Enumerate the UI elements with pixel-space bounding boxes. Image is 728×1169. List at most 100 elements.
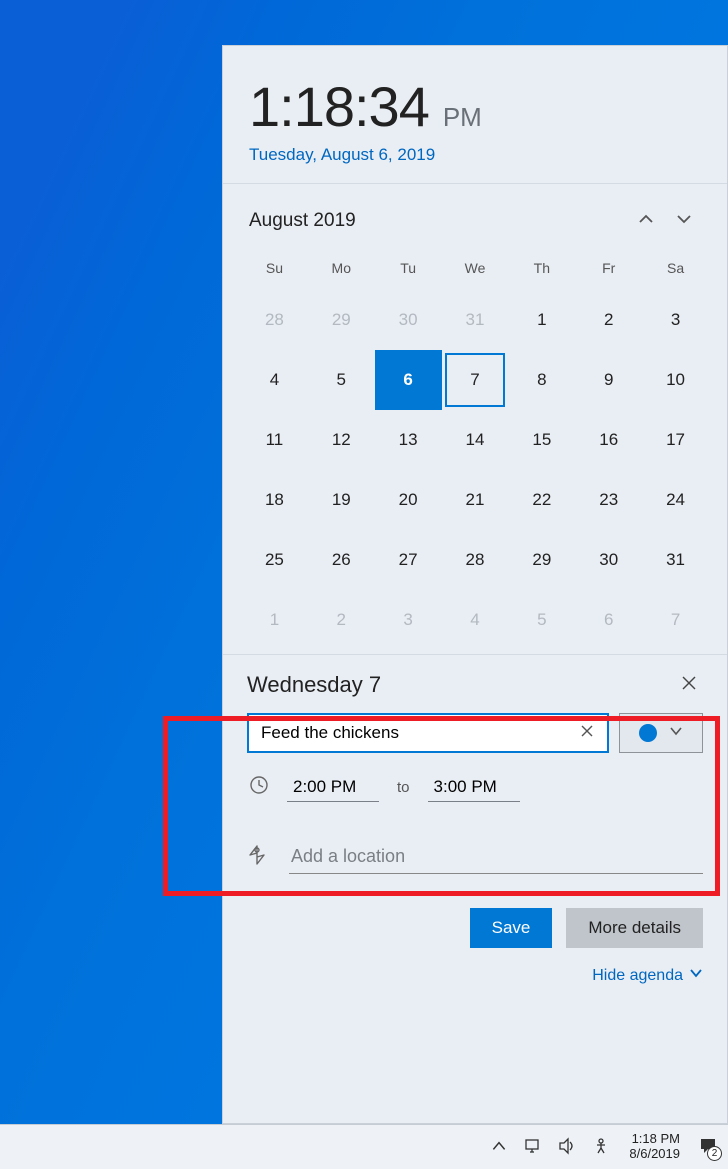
tray-clock[interactable]: 1:18 PM 8/6/2019 (625, 1132, 684, 1162)
calendar-flyout: 1:18:34 PM Tuesday, August 6, 2019 Augus… (222, 45, 728, 1124)
chevron-up-icon (638, 211, 654, 232)
calendar-day[interactable]: 29 (308, 290, 375, 350)
location-icon (247, 844, 267, 871)
next-month-button[interactable] (665, 202, 703, 240)
calendar-day[interactable]: 4 (442, 590, 509, 650)
calendar-day[interactable]: 3 (642, 290, 709, 350)
calendar-grid: SuMoTuWeThFrSa 2829303112345678910111213… (223, 246, 727, 654)
calendar-day[interactable]: 26 (308, 530, 375, 590)
calendar-day[interactable]: 22 (508, 470, 575, 530)
tray-time: 1:18 PM (629, 1132, 680, 1147)
calendar-day[interactable]: 4 (241, 350, 308, 410)
hide-agenda-row[interactable]: Hide agenda (223, 948, 727, 985)
event-editor: Wednesday 7 to (223, 654, 727, 802)
calendar-day[interactable]: 8 (508, 350, 575, 410)
chevron-down-icon (689, 966, 703, 985)
hide-agenda-link[interactable]: Hide agenda (592, 967, 683, 985)
weekday-label: Fr (575, 250, 642, 290)
calendar-day[interactable]: 31 (642, 530, 709, 590)
clock-date[interactable]: Tuesday, August 6, 2019 (249, 145, 701, 165)
weekday-label: Su (241, 250, 308, 290)
calendar-day[interactable]: 30 (575, 530, 642, 590)
calendar-day[interactable]: 19 (308, 470, 375, 530)
weekday-label: We (442, 250, 509, 290)
calendar-day[interactable]: 3 (375, 590, 442, 650)
tray-ease-of-access-button[interactable] (591, 1137, 611, 1157)
calendar-day[interactable]: 17 (642, 410, 709, 470)
chevron-down-icon (676, 211, 692, 232)
close-icon (682, 676, 696, 695)
tray-network-button[interactable] (523, 1137, 543, 1157)
event-day-label: Wednesday 7 (247, 672, 675, 698)
calendar-day[interactable]: 2 (575, 290, 642, 350)
calendar-day[interactable]: 10 (642, 350, 709, 410)
notification-badge: 2 (707, 1146, 722, 1161)
calendar-day[interactable]: 28 (442, 530, 509, 590)
prev-month-button[interactable] (627, 202, 665, 240)
action-center-button[interactable]: 2 (698, 1137, 718, 1157)
weekday-label: Th (508, 250, 575, 290)
calendar-day[interactable]: 15 (508, 410, 575, 470)
calendar-day[interactable]: 1 (241, 590, 308, 650)
clock-ampm: PM (443, 102, 482, 133)
event-time-row: to (247, 773, 703, 802)
calendar-day[interactable]: 25 (241, 530, 308, 590)
calendar-day[interactable]: 7 (642, 590, 709, 650)
calendar-day[interactable]: 5 (508, 590, 575, 650)
clock-time: 1:18:34 (249, 74, 429, 139)
calendar-day[interactable]: 16 (575, 410, 642, 470)
month-label[interactable]: August 2019 (249, 210, 627, 232)
tray-date: 8/6/2019 (629, 1147, 680, 1162)
event-start-time-input[interactable] (287, 773, 379, 802)
calendar-day[interactable]: 28 (241, 290, 308, 350)
calendar-day[interactable]: 23 (575, 470, 642, 530)
calendar-color-picker[interactable] (619, 713, 703, 753)
calendar-day[interactable]: 27 (375, 530, 442, 590)
tray-volume-button[interactable] (557, 1137, 577, 1157)
volume-icon (558, 1137, 576, 1158)
chevron-up-icon (490, 1137, 508, 1158)
ease-of-access-icon (592, 1137, 610, 1158)
weekday-label: Tu (375, 250, 442, 290)
clear-title-button[interactable] (575, 721, 599, 745)
calendar-day[interactable]: 13 (375, 410, 442, 470)
month-header: August 2019 (223, 184, 727, 246)
weekday-label: Sa (642, 250, 709, 290)
clock-block: 1:18:34 PM Tuesday, August 6, 2019 (223, 46, 727, 184)
event-buttons: Save More details (223, 874, 727, 948)
calendar-day[interactable]: 5 (308, 350, 375, 410)
calendar-day[interactable]: 14 (442, 410, 509, 470)
event-to-label: to (397, 779, 410, 796)
clock-icon (249, 775, 269, 800)
calendar-day[interactable]: 11 (241, 410, 308, 470)
calendar-day[interactable]: 6 (575, 590, 642, 650)
event-location-row (223, 840, 727, 874)
weekday-label: Mo (308, 250, 375, 290)
calendar-day[interactable]: 24 (642, 470, 709, 530)
calendar-day[interactable]: 29 (508, 530, 575, 590)
event-title-field-wrap (247, 713, 609, 753)
calendar-day[interactable]: 21 (442, 470, 509, 530)
close-icon (581, 724, 593, 742)
chevron-down-icon (669, 724, 683, 743)
more-details-button[interactable]: More details (566, 908, 703, 948)
calendar-day[interactable]: 12 (308, 410, 375, 470)
tray-overflow-button[interactable] (489, 1137, 509, 1157)
event-title-input[interactable] (261, 723, 575, 743)
network-icon (524, 1137, 542, 1158)
calendar-day[interactable]: 30 (375, 290, 442, 350)
calendar-day[interactable]: 20 (375, 470, 442, 530)
save-button[interactable]: Save (470, 908, 553, 948)
calendar-day[interactable]: 6 (375, 350, 442, 410)
event-close-button[interactable] (675, 671, 703, 699)
calendar-day[interactable]: 2 (308, 590, 375, 650)
calendar-day[interactable]: 1 (508, 290, 575, 350)
event-location-input[interactable] (289, 840, 703, 874)
calendar-color-dot (639, 724, 657, 742)
calendar-day[interactable]: 7 (442, 350, 509, 410)
taskbar: 1:18 PM 8/6/2019 2 (0, 1124, 728, 1169)
calendar-day[interactable]: 18 (241, 470, 308, 530)
calendar-day[interactable]: 9 (575, 350, 642, 410)
event-end-time-input[interactable] (428, 773, 520, 802)
calendar-day[interactable]: 31 (442, 290, 509, 350)
